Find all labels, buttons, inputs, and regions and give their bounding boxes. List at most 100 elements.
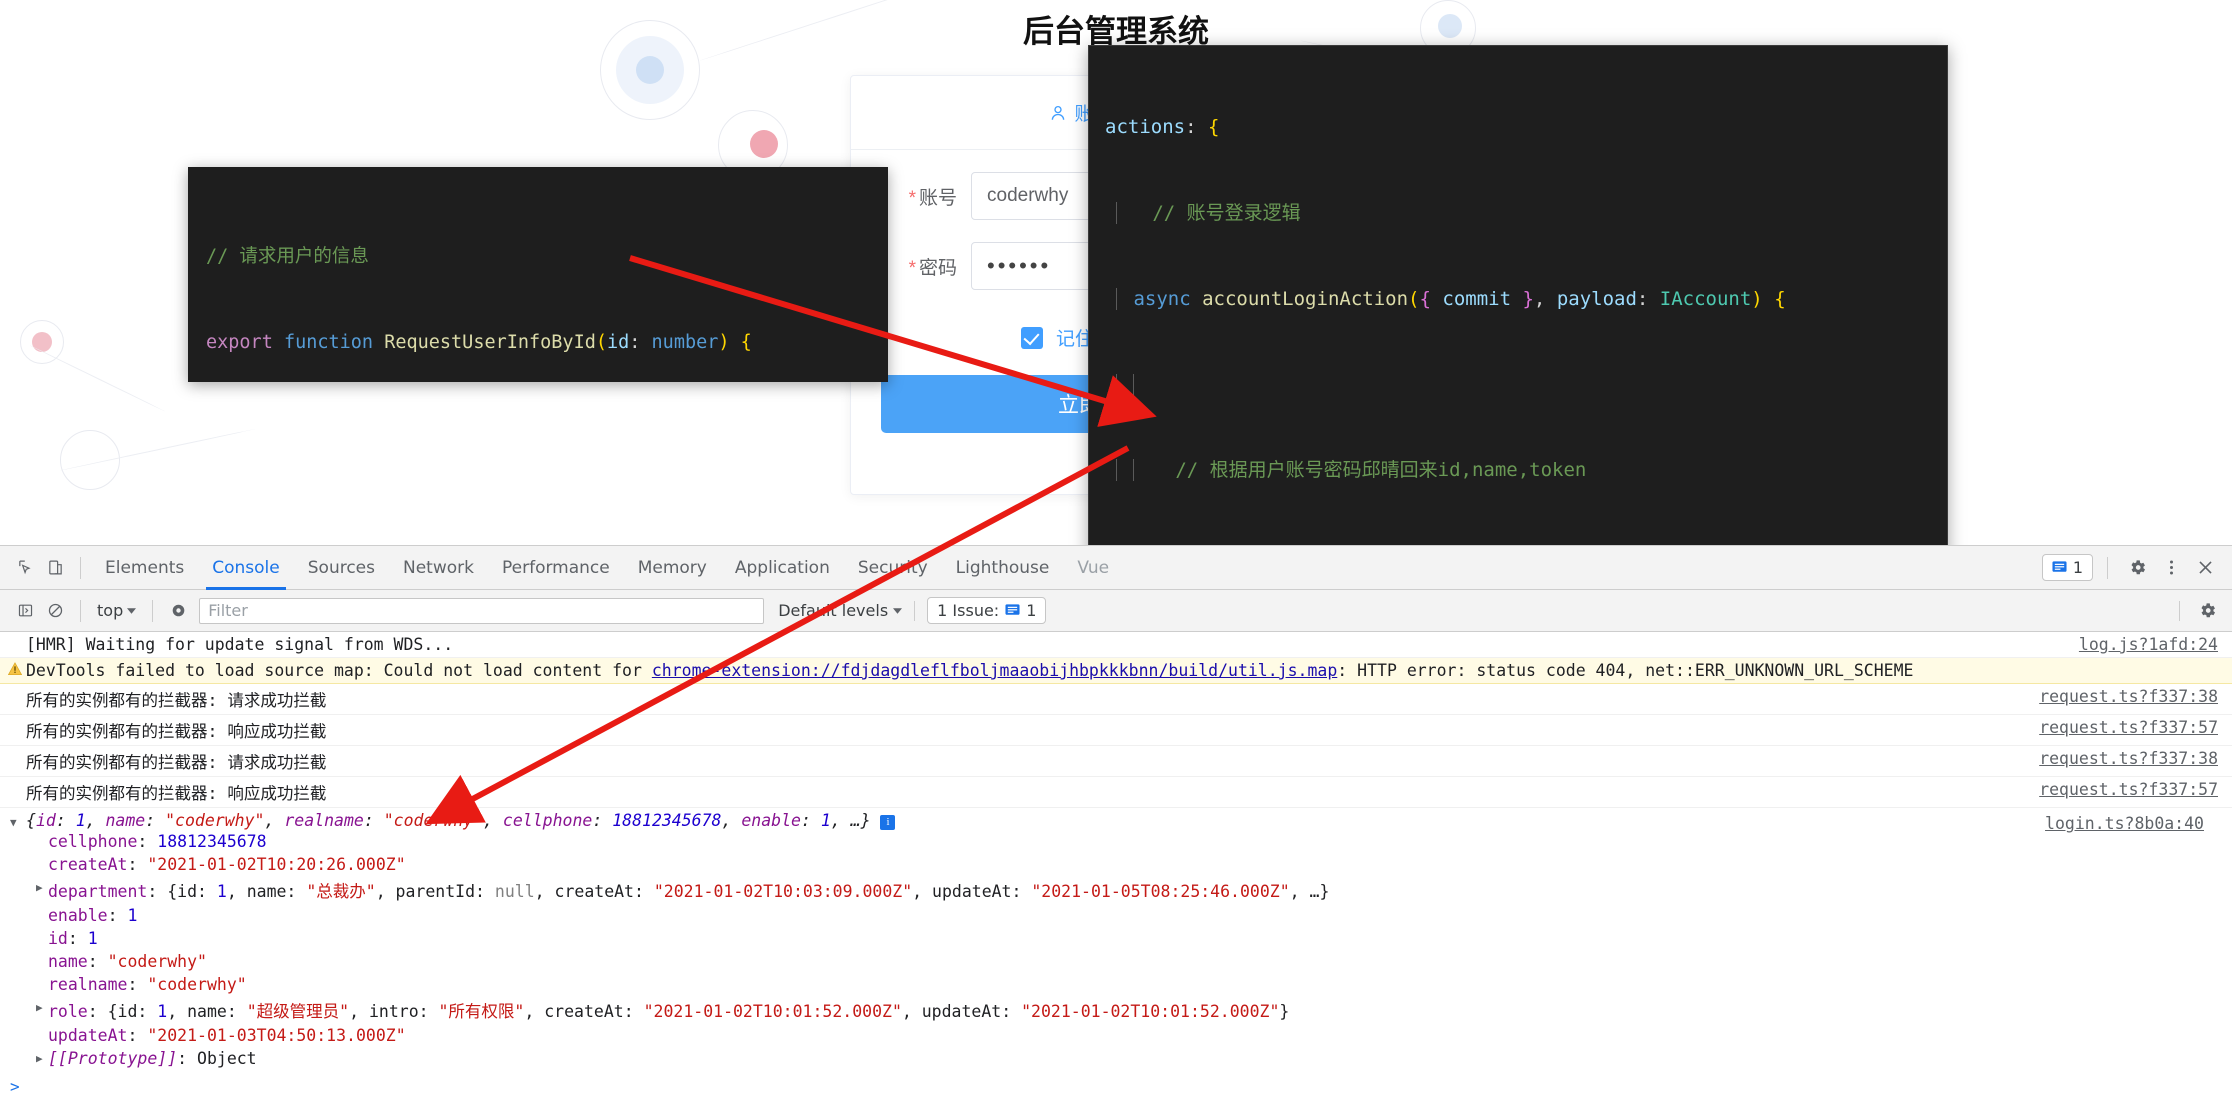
object-preview-text: , createAt: bbox=[534, 882, 654, 901]
issues-toolbar-badge[interactable]: 1 Issue: 1 bbox=[927, 597, 1047, 624]
object-property-row[interactable]: ▶ [[Prototype]]: Object bbox=[0, 1047, 2218, 1070]
code-line: actions: { bbox=[1105, 116, 1220, 139]
console-sidebar-toggle-icon[interactable] bbox=[10, 596, 40, 626]
tab-memory[interactable]: Memory bbox=[624, 546, 721, 590]
expand-toggle-icon[interactable]: ▶ bbox=[36, 881, 43, 894]
console-source-link[interactable]: request.ts?f337:57 bbox=[2039, 718, 2218, 737]
object-property-key: department bbox=[48, 882, 148, 901]
object-preview-token: 1 bbox=[216, 882, 227, 901]
console-row-interceptor-1[interactable]: 所有的实例都有的拦截器: 请求成功拦截 request.ts?f337:38 bbox=[0, 684, 2232, 715]
devtools-tabbar-right: 1 bbox=[2041, 553, 2232, 583]
console-source-link[interactable]: request.ts?f337:57 bbox=[2039, 780, 2218, 799]
object-property-row[interactable]: ▶ department: {id: 1, name: "总裁办", parent… bbox=[0, 876, 2218, 904]
object-summary-token: , bbox=[483, 811, 503, 830]
tab-elements[interactable]: Elements bbox=[91, 546, 198, 590]
deco-dot-3 bbox=[750, 130, 778, 158]
object-summary-token: { bbox=[26, 811, 36, 830]
issues-count: 1 bbox=[2072, 558, 2083, 577]
warning-triangle-icon bbox=[8, 662, 22, 676]
console-settings-gear-icon[interactable] bbox=[2192, 596, 2222, 626]
object-summary-token: enable bbox=[741, 811, 801, 830]
divider bbox=[80, 556, 81, 579]
tab-console[interactable]: Console bbox=[198, 546, 294, 590]
console-row-interceptor-3[interactable]: 所有的实例都有的拦截器: 请求成功拦截 request.ts?f337:38 bbox=[0, 746, 2232, 777]
object-property-colon: : bbox=[137, 832, 158, 851]
inspect-element-icon[interactable] bbox=[10, 553, 40, 583]
object-property-value: 18812345678 bbox=[157, 832, 267, 851]
object-property-key: createAt bbox=[48, 855, 128, 874]
sourcemap-url-link[interactable]: chrome-extension://fdjdagdleflfboljmaaob… bbox=[652, 661, 1337, 680]
label-password-text: 密码 bbox=[918, 257, 957, 279]
issues-badge[interactable]: 1 bbox=[2041, 554, 2093, 581]
tab-lighthouse[interactable]: Lighthouse bbox=[942, 546, 1064, 590]
execution-context-selector[interactable]: top bbox=[91, 601, 142, 620]
object-summary-token: 1 bbox=[820, 811, 831, 830]
object-preview-text: , name: bbox=[226, 882, 307, 901]
object-property-value: Object bbox=[197, 1049, 257, 1068]
tab-vue[interactable]: Vue bbox=[1063, 546, 1123, 590]
close-icon[interactable] bbox=[2190, 553, 2220, 583]
code-line: // 根据用户账号密码邱晴回来id,name,token bbox=[1089, 456, 1947, 485]
object-property-row[interactable]: ▶ role: {id: 1, name: "超级管理员", intro: "所有… bbox=[0, 996, 2218, 1024]
gear-icon[interactable] bbox=[2122, 553, 2152, 583]
object-summary-token: realname bbox=[284, 811, 364, 830]
console-message-list[interactable]: [HMR] Waiting for update signal from WDS… bbox=[0, 632, 2232, 1097]
object-summary-token: , bbox=[264, 811, 285, 830]
object-property-key: updateAt bbox=[48, 1026, 128, 1045]
object-preview-text: {id: bbox=[167, 882, 217, 901]
object-property-row: enable: 1 bbox=[0, 904, 2218, 927]
device-toolbar-icon[interactable] bbox=[40, 553, 70, 583]
object-summary-token: : bbox=[363, 811, 384, 830]
object-property-row: cellphone: 18812345678 bbox=[0, 830, 2218, 853]
remember-checkbox[interactable] bbox=[1021, 326, 1043, 349]
object-summary-token: : bbox=[592, 811, 613, 830]
expand-toggle-icon[interactable]: ▶ bbox=[36, 1052, 43, 1065]
required-mark: * bbox=[908, 257, 916, 279]
console-message: DevTools failed to load source map: Coul… bbox=[26, 661, 2218, 680]
tab-application[interactable]: Application bbox=[721, 546, 844, 590]
console-row-interceptor-2[interactable]: 所有的实例都有的拦截器: 响应成功拦截 request.ts?f337:57 bbox=[0, 715, 2232, 746]
object-property-row: id: 1 bbox=[0, 927, 2218, 950]
deco-dot-2 bbox=[636, 56, 664, 84]
object-summary-line[interactable]: ▼ {id: 1, name: "coderwhy", realname: "c… bbox=[0, 811, 2218, 833]
tab-network[interactable]: Network bbox=[389, 546, 488, 590]
console-row-sourcemap-warning[interactable]: DevTools failed to load source map: Coul… bbox=[0, 658, 2232, 684]
object-summary-token: , bbox=[85, 811, 106, 830]
devtools-panel: Elements Console Sources Network Perform… bbox=[0, 545, 2232, 1097]
object-property-key: [[Prototype]] bbox=[48, 1049, 178, 1068]
expand-toggle-icon[interactable]: ▶ bbox=[36, 1001, 43, 1014]
expand-toggle-icon[interactable]: ▼ bbox=[10, 816, 17, 829]
log-level-selector[interactable]: Default levels bbox=[778, 601, 903, 620]
warn-text-post: : HTTP error: status code 404, net::ERR_… bbox=[1337, 661, 1914, 680]
object-preview-text: , updateAt: bbox=[912, 882, 1032, 901]
console-row-hmr[interactable]: [HMR] Waiting for update signal from WDS… bbox=[0, 632, 2232, 658]
object-summary-token: , …} bbox=[830, 811, 871, 830]
tab-security[interactable]: Security bbox=[844, 546, 942, 590]
code-line: async accountLoginAction({ commit }, pay… bbox=[1089, 285, 1947, 314]
execution-context-label: top bbox=[97, 601, 124, 620]
console-prompt-row[interactable]: > bbox=[0, 1073, 2232, 1097]
more-options-icon[interactable] bbox=[2156, 553, 2186, 583]
console-source-link[interactable]: request.ts?f337:38 bbox=[2039, 687, 2218, 706]
console-filter-input[interactable]: Filter bbox=[199, 597, 765, 624]
info-icon[interactable]: i bbox=[880, 815, 896, 830]
console-row-interceptor-4[interactable]: 所有的实例都有的拦截器: 响应成功拦截 request.ts?f337:57 bbox=[0, 777, 2232, 808]
console-source-link[interactable]: request.ts?f337:38 bbox=[2039, 749, 2218, 768]
clear-console-icon[interactable] bbox=[40, 596, 70, 626]
divider bbox=[80, 599, 81, 622]
object-property-key: role bbox=[48, 1002, 88, 1021]
console-settings-eye-icon[interactable] bbox=[163, 596, 193, 626]
object-preview-token: "超级管理员" bbox=[246, 1002, 350, 1021]
tab-performance[interactable]: Performance bbox=[488, 546, 624, 590]
console-row-user-object[interactable]: ▼ {id: 1, name: "coderwhy", realname: "c… bbox=[0, 808, 2232, 1073]
code-line: // 账号登录逻辑 bbox=[1089, 199, 1947, 228]
screen: 后台管理系统 账号登录 *账号 coderwhy bbox=[0, 0, 2232, 1097]
object-property-key: name bbox=[48, 952, 88, 971]
chevron-down-icon bbox=[893, 607, 903, 614]
tab-sources[interactable]: Sources bbox=[294, 546, 389, 590]
object-property-value: {id: 1, name: "总裁办", parentId: null, cre… bbox=[167, 882, 1329, 901]
console-source-link[interactable]: log.js?1afd:24 bbox=[2079, 635, 2218, 654]
object-summary: {id: 1, name: "coderwhy", realname: "cod… bbox=[26, 811, 871, 830]
code-line: // 请求用户的信息 bbox=[206, 246, 369, 267]
console-prompt-caret: > bbox=[10, 1077, 20, 1096]
